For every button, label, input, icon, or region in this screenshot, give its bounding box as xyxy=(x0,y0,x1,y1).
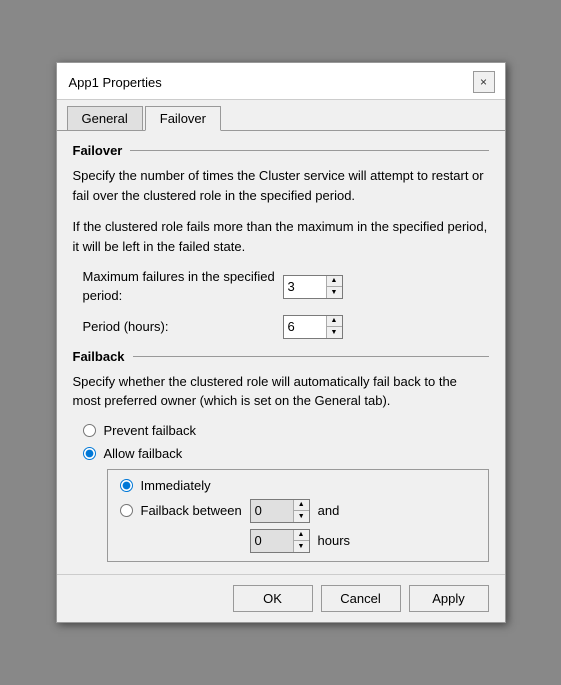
failback-from-decrement[interactable]: ▼ xyxy=(294,511,309,522)
failback-radio-group: Prevent failback Allow failback Immediat… xyxy=(73,423,489,562)
failback-to-increment[interactable]: ▲ xyxy=(294,530,309,542)
failback-section-header: Failback xyxy=(73,349,489,364)
period-increment[interactable]: ▲ xyxy=(327,316,342,328)
allow-failback-radio[interactable] xyxy=(83,447,96,460)
failback-to-spinner-buttons: ▲ ▼ xyxy=(293,530,309,552)
close-button[interactable]: × xyxy=(473,71,495,93)
failback-between-row: Failback between ▲ ▼ and xyxy=(120,499,476,523)
failback-divider-line xyxy=(133,356,489,357)
failback-from-increment[interactable]: ▲ xyxy=(294,500,309,512)
tab-failover[interactable]: Failover xyxy=(145,106,221,131)
title-bar: App1 Properties × xyxy=(57,63,505,100)
and-label: and xyxy=(318,503,340,518)
ok-button[interactable]: OK xyxy=(233,585,313,612)
period-row: Period (hours): ▲ ▼ xyxy=(73,315,489,339)
failback-description: Specify whether the clustered role will … xyxy=(73,372,489,411)
failover-description2: If the clustered role fails more than th… xyxy=(73,217,489,256)
immediately-row: Immediately xyxy=(120,478,476,493)
max-failures-spinner: ▲ ▼ xyxy=(283,275,343,299)
immediately-radio[interactable] xyxy=(120,479,133,492)
failback-from-spinner-buttons: ▲ ▼ xyxy=(293,500,309,522)
immediately-label: Immediately xyxy=(141,478,211,493)
failback-options-box: Immediately Failback between ▲ ▼ xyxy=(107,469,489,562)
period-input[interactable] xyxy=(284,316,326,338)
failover-section-header: Failover xyxy=(73,143,489,158)
failback-from-input[interactable] xyxy=(251,500,293,522)
period-decrement[interactable]: ▼ xyxy=(327,327,342,338)
tab-general[interactable]: General xyxy=(67,106,143,130)
tab-bar: General Failover xyxy=(57,100,505,131)
failback-between-label: Failback between xyxy=(141,503,242,518)
max-failures-increment[interactable]: ▲ xyxy=(327,276,342,288)
hours-label: hours xyxy=(318,533,351,548)
failover-description1: Specify the number of times the Cluster … xyxy=(73,166,489,205)
failback-to-row: ▲ ▼ hours xyxy=(120,529,476,553)
period-label: Period (hours): xyxy=(83,318,283,336)
max-failures-input[interactable] xyxy=(284,276,326,298)
failback-heading: Failback xyxy=(73,349,125,364)
prevent-failback-label: Prevent failback xyxy=(104,423,197,438)
dialog-window: App1 Properties × General Failover Failo… xyxy=(56,62,506,622)
failback-between-radio[interactable] xyxy=(120,504,133,517)
failback-from-spinner: ▲ ▼ xyxy=(250,499,310,523)
max-failures-label: Maximum failures in the specified period… xyxy=(83,268,283,304)
tab-content: Failover Specify the number of times the… xyxy=(57,131,505,573)
dialog-footer: OK Cancel Apply xyxy=(57,574,505,622)
max-failures-spinner-buttons: ▲ ▼ xyxy=(326,276,342,298)
period-spinner-buttons: ▲ ▼ xyxy=(326,316,342,338)
max-failures-decrement[interactable]: ▼ xyxy=(327,287,342,298)
prevent-failback-row: Prevent failback xyxy=(83,423,489,438)
dialog-title: App1 Properties xyxy=(69,75,162,90)
failover-heading: Failover xyxy=(73,143,123,158)
max-failures-row: Maximum failures in the specified period… xyxy=(73,268,489,304)
allow-failback-label: Allow failback xyxy=(104,446,183,461)
failback-to-input[interactable] xyxy=(251,530,293,552)
period-spinner: ▲ ▼ xyxy=(283,315,343,339)
apply-button[interactable]: Apply xyxy=(409,585,489,612)
cancel-button[interactable]: Cancel xyxy=(321,585,401,612)
failback-to-decrement[interactable]: ▼ xyxy=(294,541,309,552)
failback-to-spinner: ▲ ▼ xyxy=(250,529,310,553)
prevent-failback-radio[interactable] xyxy=(83,424,96,437)
failover-divider-line xyxy=(130,150,488,151)
allow-failback-row: Allow failback xyxy=(83,446,489,461)
